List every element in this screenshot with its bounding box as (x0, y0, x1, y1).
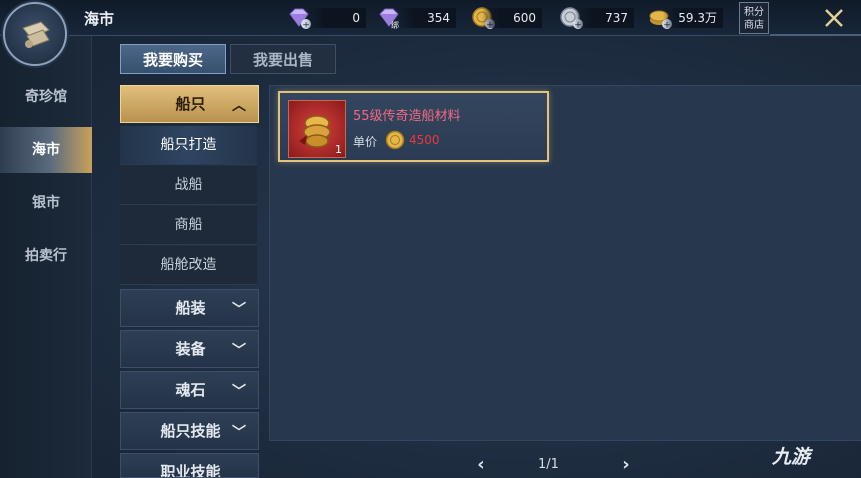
chevron-down-icon: ﹀ (232, 302, 246, 318)
item-price: 4500 (409, 133, 440, 147)
item-quantity: 1 (335, 143, 342, 156)
watermark-logo: 九游 (772, 442, 810, 469)
currency-value: 59.3万 (663, 8, 723, 28)
sidebar-item-treasure-hall[interactable]: 奇珍馆 (0, 74, 92, 120)
next-page-button[interactable]: › (616, 455, 636, 475)
chevron-down-icon: ﹀ (232, 384, 246, 400)
sidebar-item-sea-market[interactable]: 海市 (0, 127, 92, 173)
watermark-text: 九游 (772, 446, 811, 468)
category-label: 职业技能 (160, 463, 221, 478)
subcategory-merchant-ship[interactable]: 商船 (120, 206, 257, 245)
category-ship-equipment[interactable]: 船装 ﹀ (120, 289, 259, 327)
close-button[interactable] (818, 4, 850, 32)
listing-card[interactable]: 1 55级传奇造船材料 单价 4500 (278, 91, 549, 162)
top-bar: 海市 + 0 绑 354 + 600 + 737 (0, 0, 861, 36)
gold-coin-icon (385, 130, 405, 150)
chevron-down-icon: ﹀ (232, 343, 246, 359)
item-name: 55级传奇造船材料 (353, 109, 461, 124)
tab-buy[interactable]: 我要购买 (120, 44, 226, 74)
subcategory-ship-building[interactable]: 船只打造 (120, 126, 257, 165)
chevron-up-icon: ︿ (232, 98, 246, 114)
subcategory-warship[interactable]: 战船 (120, 166, 257, 205)
currency-silver-coin[interactable]: + 737 (558, 5, 634, 31)
category-ship[interactable]: 船只 ︿ (120, 85, 259, 123)
category-job-skill[interactable]: 职业技能 (120, 453, 259, 478)
scroll-map-icon (22, 21, 50, 48)
subcategory-cabin-upgrade[interactable]: 船舱改造 (120, 246, 257, 285)
sidebar: 奇珍馆 海市 银市 拍卖行 (0, 36, 92, 478)
close-x-icon (825, 9, 843, 27)
currency-value: 737 (574, 8, 634, 28)
chevron-down-icon: ﹀ (232, 425, 246, 441)
points-shop-button[interactable]: 积分 商店 (739, 2, 769, 34)
points-shop-label: 商店 (744, 20, 764, 31)
points-shop-label: 积分 (744, 7, 764, 18)
currency-bound-diamond[interactable]: 绑 354 (376, 5, 456, 31)
currency-value: 0 (306, 8, 366, 28)
currency-value: 354 (396, 8, 456, 28)
currency-gold-stack[interactable]: + 59.3万 (647, 5, 723, 31)
unit-price-label: 单价 (353, 135, 378, 149)
currency-gold-coin[interactable]: + 600 (470, 5, 542, 31)
category-ship-skill[interactable]: 船只技能 ﹀ (120, 412, 259, 450)
category-soul-stone[interactable]: 魂石 ﹀ (120, 371, 259, 409)
category-equipment[interactable]: 装备 ﹀ (120, 330, 259, 368)
currency-diamond[interactable]: + 0 (286, 5, 366, 31)
sidebar-item-silver-market[interactable]: 银市 (0, 180, 92, 226)
sidebar-item-auction-house[interactable]: 拍卖行 (0, 233, 92, 279)
currency-value: 600 (482, 8, 542, 28)
item-thumbnail: 1 (288, 100, 346, 158)
avatar (3, 2, 67, 66)
tab-sell[interactable]: 我要出售 (230, 44, 336, 74)
prev-page-button[interactable]: ‹ (471, 455, 491, 475)
page-title: 海市 (84, 10, 115, 28)
page-indicator: 1/1 (538, 457, 559, 472)
